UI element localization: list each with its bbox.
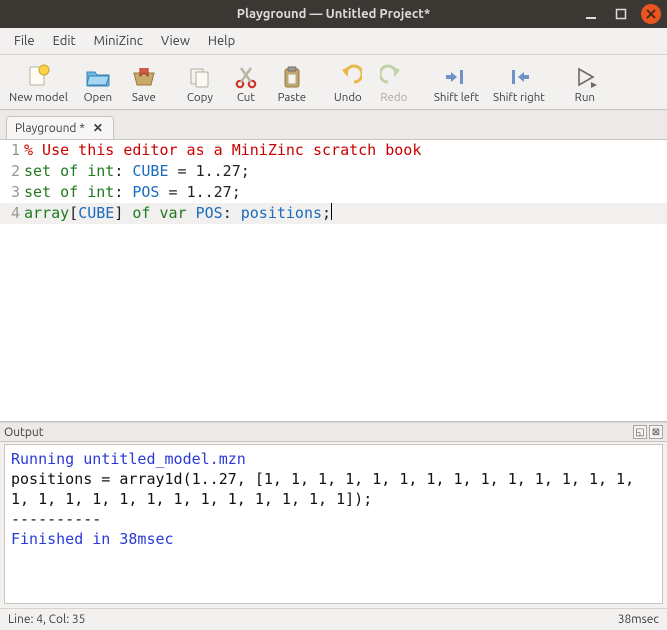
run-icon <box>569 63 601 91</box>
toolbar-label: Shift left <box>434 91 479 104</box>
copy-button[interactable]: Copy <box>177 59 223 107</box>
cut-button[interactable]: Cut <box>223 59 269 107</box>
output-label: Output <box>4 426 43 439</box>
output-line: positions = array1d(1..27, [1, 1, 1, 1, … <box>11 469 656 509</box>
save-button[interactable]: Save <box>121 59 167 107</box>
line-number: 4 <box>0 203 24 224</box>
editor-tabstrip: Playground * ✕ <box>0 110 667 140</box>
maximize-button[interactable] <box>611 4 631 24</box>
status-timing: 38msec <box>618 613 659 626</box>
text-caret <box>331 203 332 220</box>
editor-line[interactable]: 1% Use this editor as a MiniZinc scratch… <box>0 140 667 161</box>
open-button[interactable]: Open <box>75 59 121 107</box>
toolbar-label: Save <box>132 91 156 104</box>
shift-left-icon <box>440 63 472 91</box>
editor-line[interactable]: 2set of int: CUBE = 1..27; <box>0 161 667 182</box>
editor-line[interactable]: 4array[CUBE] of var POS: positions; <box>0 203 667 224</box>
window-title: Playground — Untitled Project* <box>8 7 659 21</box>
status-cursor: Line: 4, Col: 35 <box>8 613 85 626</box>
tab-close-icon[interactable]: ✕ <box>91 121 105 135</box>
line-code[interactable]: set of int: POS = 1..27; <box>24 182 241 203</box>
paste-button[interactable]: Paste <box>269 59 315 107</box>
statusbar: Line: 4, Col: 35 38msec <box>0 608 667 630</box>
output-line: Finished in 38msec <box>11 529 656 549</box>
minimize-button[interactable] <box>581 4 601 24</box>
toolbar-label: Undo <box>334 91 362 104</box>
shift-right-icon <box>503 63 535 91</box>
toolbar-label: Run <box>575 91 595 104</box>
output-panel-header: Output ◱ ⊠ <box>0 422 667 442</box>
menu-help[interactable]: Help <box>200 31 243 51</box>
editor-tab-playground[interactable]: Playground * ✕ <box>6 116 114 139</box>
toolbar-label: Shift right <box>493 91 545 104</box>
close-button[interactable] <box>641 4 661 24</box>
editor-line[interactable]: 3set of int: POS = 1..27; <box>0 182 667 203</box>
menu-file[interactable]: File <box>6 31 43 51</box>
new-model-button[interactable]: New model <box>2 59 75 107</box>
redo-button[interactable]: Redo <box>371 59 417 107</box>
redo-icon <box>378 63 410 91</box>
titlebar: Playground — Untitled Project* <box>0 0 667 28</box>
menubar: File Edit MiniZinc View Help <box>0 28 667 55</box>
line-number: 1 <box>0 140 24 161</box>
shift-right-button[interactable]: Shift right <box>486 59 552 107</box>
toolbar-label: Copy <box>187 91 213 104</box>
code-editor[interactable]: 1% Use this editor as a MiniZinc scratch… <box>0 140 667 422</box>
toolbar-label: Open <box>84 91 113 104</box>
line-number: 3 <box>0 182 24 203</box>
undo-button[interactable]: Undo <box>325 59 371 107</box>
output-close-icon[interactable]: ⊠ <box>649 425 663 439</box>
line-code[interactable]: set of int: CUBE = 1..27; <box>24 161 250 182</box>
save-icon <box>128 63 160 91</box>
new-model-icon <box>22 63 54 91</box>
menu-edit[interactable]: Edit <box>45 31 84 51</box>
copy-icon <box>184 63 216 91</box>
toolbar-label: New model <box>9 91 68 104</box>
window-controls <box>581 4 661 24</box>
undo-icon <box>332 63 364 91</box>
output-detach-icon[interactable]: ◱ <box>633 425 647 439</box>
output-line: Running untitled_model.mzn <box>11 449 656 469</box>
output-panel[interactable]: Running untitled_model.mznpositions = ar… <box>4 444 663 604</box>
toolbar: New model Open Save Copy Cut Paste <box>0 55 667 110</box>
menu-view[interactable]: View <box>153 31 198 51</box>
paste-icon <box>276 63 308 91</box>
output-line: ---------- <box>11 509 656 529</box>
toolbar-label: Cut <box>237 91 255 104</box>
run-button[interactable]: Run <box>562 59 608 107</box>
toolbar-label: Paste <box>278 91 307 104</box>
cut-icon <box>230 63 262 91</box>
open-icon <box>82 63 114 91</box>
tab-label: Playground * <box>15 122 85 135</box>
line-code[interactable]: % Use this editor as a MiniZinc scratch … <box>24 140 421 161</box>
shift-left-button[interactable]: Shift left <box>427 59 486 107</box>
line-code[interactable]: array[CUBE] of var POS: positions; <box>24 203 332 224</box>
line-number: 2 <box>0 161 24 182</box>
toolbar-label: Redo <box>380 91 407 104</box>
menu-minizinc[interactable]: MiniZinc <box>86 31 151 51</box>
